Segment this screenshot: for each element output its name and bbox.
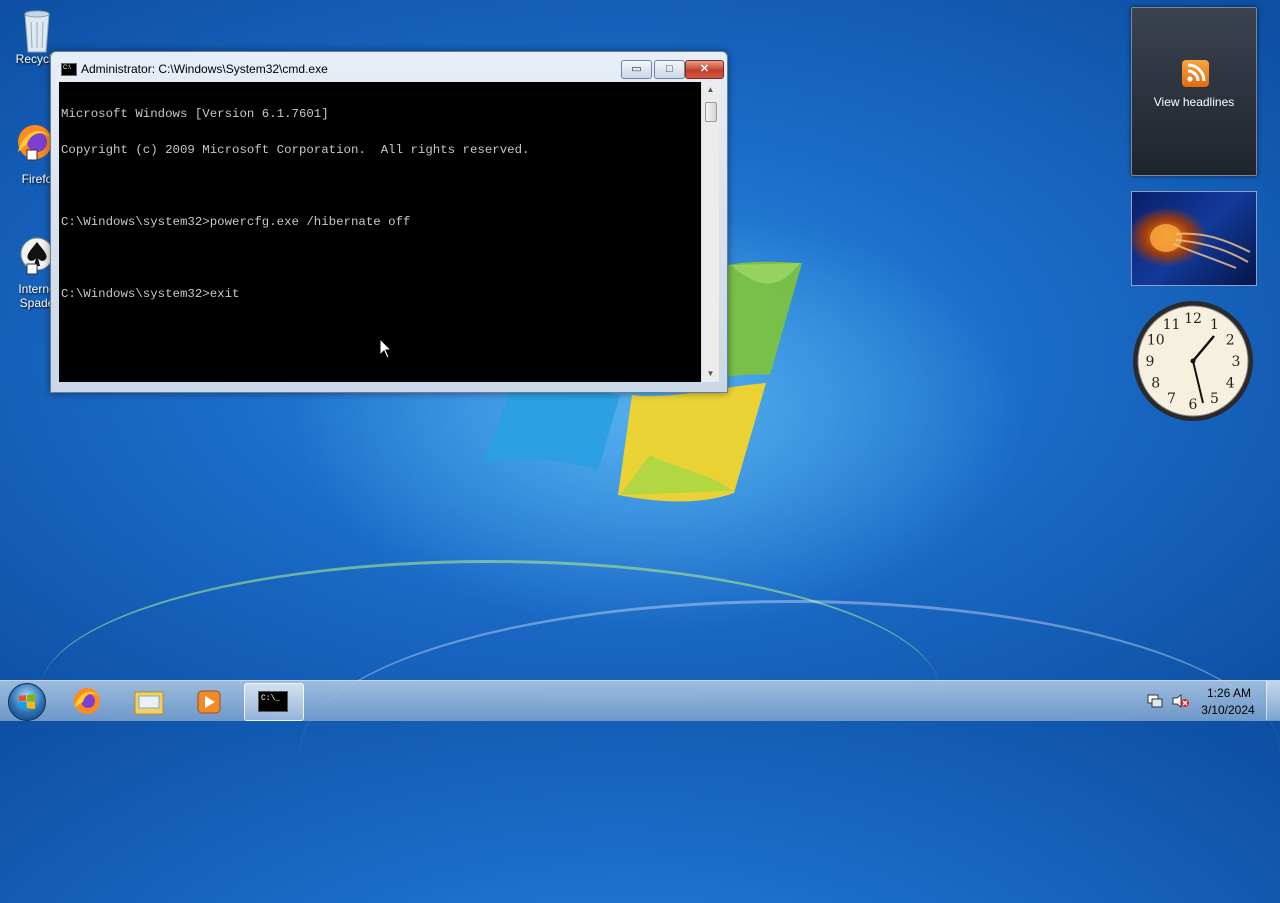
console-output[interactable]: Microsoft Windows [Version 6.1.7601] Cop… <box>59 82 701 382</box>
slideshow-gadget[interactable] <box>1131 191 1257 286</box>
folder-icon <box>134 691 164 715</box>
vertical-scrollbar[interactable]: ▲ ▼ <box>701 82 719 382</box>
jellyfish-photo <box>1150 224 1251 269</box>
spades-game-icon <box>13 236 54 276</box>
firefox-icon <box>74 688 100 714</box>
firefox-icon <box>13 122 53 162</box>
clock-numeral: 9 <box>1146 354 1155 370</box>
cmd-taskbar-icon: C:\_ <box>258 691 288 712</box>
show-desktop-button[interactable] <box>1266 681 1280 720</box>
view-headlines-link[interactable]: View headlines <box>1132 95 1256 109</box>
taskbar-clock-date[interactable]: 3/10/2024 <box>1196 703 1260 717</box>
start-button[interactable] <box>8 683 46 721</box>
clock-numeral: 8 <box>1151 376 1160 392</box>
taskbar-cmd-button[interactable]: C:\_ <box>244 683 304 721</box>
clock-numeral: 6 <box>1189 397 1198 413</box>
cmd-titlebar[interactable]: Administrator: C:\Windows\System32\cmd.e… <box>51 52 727 82</box>
minimize-button[interactable]: ▭ <box>621 60 652 79</box>
close-button[interactable]: ✕ <box>685 60 724 79</box>
feed-headlines-gadget[interactable]: View headlines <box>1131 7 1257 176</box>
close-icon: ✕ <box>699 63 710 75</box>
clock-gadget[interactable]: 12 1 2 3 4 5 6 7 8 9 10 11 <box>1131 299 1255 423</box>
scroll-up-icon[interactable]: ▲ <box>702 82 719 98</box>
clock-numeral: 5 <box>1210 391 1219 407</box>
clock-numeral: 2 <box>1226 333 1235 349</box>
taskbar-clock-time[interactable]: 1:26 AM <box>1200 686 1258 700</box>
recycle-bin-icon <box>17 8 57 53</box>
scroll-thumb[interactable] <box>705 102 717 122</box>
volume-muted-icon[interactable] <box>1172 694 1190 713</box>
clock-numeral: 4 <box>1226 376 1235 392</box>
maximize-icon: □ <box>666 63 673 75</box>
scroll-down-icon[interactable]: ▼ <box>702 366 719 382</box>
clock-numeral: 10 <box>1147 333 1165 349</box>
maximize-button[interactable]: □ <box>654 60 685 79</box>
console-line: C:\Windows\system32>powercfg.exe /hibern… <box>61 215 411 229</box>
clock-numeral: 12 <box>1184 311 1202 327</box>
cmd-icon-text: C:\_ <box>261 694 281 703</box>
window-title: Administrator: C:\Windows\System32\cmd.e… <box>81 62 328 76</box>
mouse-cursor-icon <box>379 338 393 359</box>
taskbar-explorer-button[interactable] <box>120 683 178 719</box>
taskbar-firefox-button[interactable] <box>58 683 116 719</box>
media-player-icon <box>197 690 221 714</box>
minimize-icon: ▭ <box>631 63 642 75</box>
clock-numeral: 11 <box>1163 317 1181 333</box>
rss-icon <box>1182 60 1209 87</box>
wallpaper-swoosh <box>300 600 1280 903</box>
clock-numeral: 7 <box>1167 391 1176 407</box>
console-line: Microsoft Windows [Version 6.1.7601] <box>61 107 329 121</box>
console-line: C:\Windows\system32>exit <box>61 287 240 301</box>
clock-numeral: 1 <box>1210 317 1219 333</box>
network-icon[interactable] <box>1147 694 1163 713</box>
windows-start-icon <box>19 694 35 709</box>
clock-numeral: 3 <box>1232 354 1241 370</box>
cmd-app-icon[interactable] <box>61 63 77 76</box>
taskbar-media-player-button[interactable] <box>180 683 238 719</box>
taskbar: C:\_ <box>0 680 1280 721</box>
console-line: Copyright (c) 2009 Microsoft Corporation… <box>61 143 530 157</box>
